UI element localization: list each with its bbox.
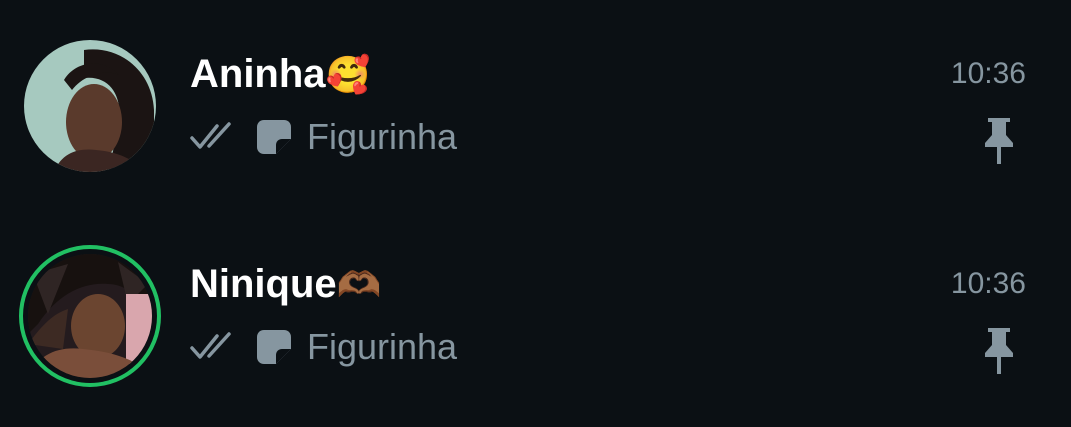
name-emoji: 🫶🏾: [336, 264, 382, 305]
avatar[interactable]: [24, 40, 156, 172]
chat-row[interactable]: Aninha🥰 10:36 Figurinha: [0, 10, 1071, 200]
message-preview: Figurinha: [190, 112, 457, 162]
chat-row[interactable]: Ninique🫶🏾 10:36 Figurinha: [0, 220, 1071, 410]
sticker-icon: [256, 119, 292, 155]
sticker-icon: [256, 329, 292, 365]
pin-icon: [982, 116, 1016, 166]
message-time: 10:36: [950, 267, 1026, 300]
avatar[interactable]: [28, 254, 152, 378]
pin-icon: [982, 326, 1016, 376]
contact-name: Aninha🥰: [190, 50, 370, 99]
message-time: 10:36: [950, 57, 1026, 90]
name-emoji: 🥰: [325, 54, 371, 95]
contact-name-text: Ninique: [190, 262, 337, 306]
contact-name: Ninique🫶🏾: [190, 260, 382, 309]
double-check-icon: [190, 122, 238, 152]
preview-text: Figurinha: [307, 116, 458, 157]
preview-text: Figurinha: [307, 326, 458, 367]
message-preview: Figurinha: [190, 322, 457, 372]
contact-name-text: Aninha: [190, 52, 326, 96]
double-check-icon: [190, 332, 238, 362]
chat-list: Aninha🥰 10:36 Figurinha Ninique🫶🏾 10:36 …: [0, 0, 1071, 427]
